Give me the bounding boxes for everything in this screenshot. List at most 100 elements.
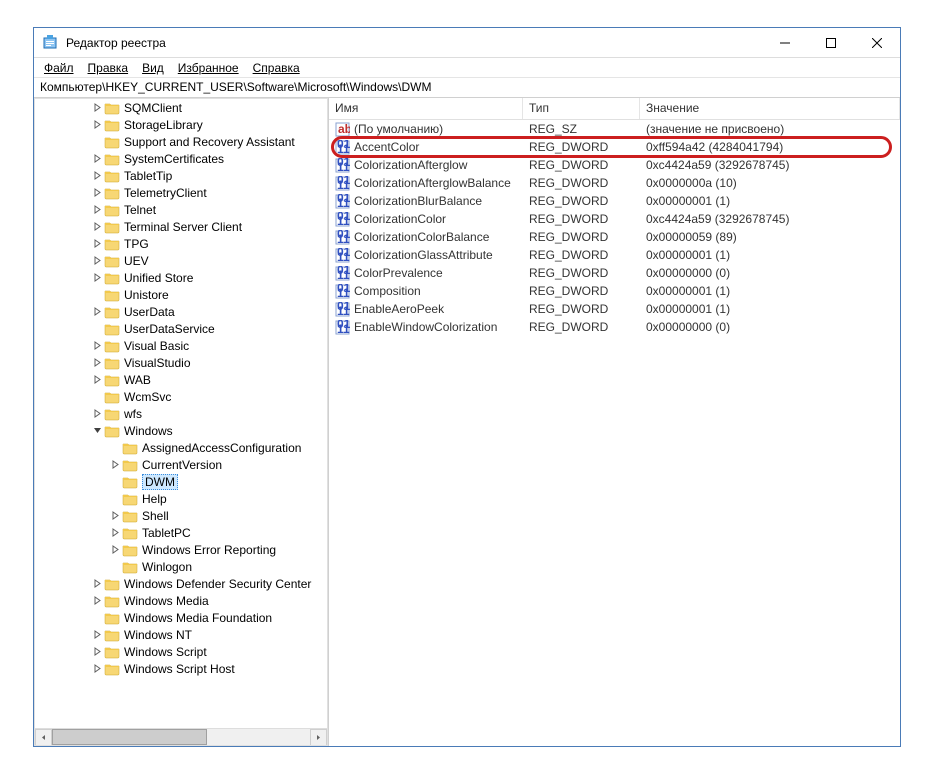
chevron-right-icon[interactable]: [90, 596, 104, 605]
column-headers: Имя Тип Значение: [329, 98, 900, 120]
tree-item[interactable]: UserDataService: [35, 320, 327, 337]
tree-item[interactable]: DWM: [35, 473, 327, 490]
chevron-right-icon[interactable]: [90, 647, 104, 656]
tree-item[interactable]: WcmSvc: [35, 388, 327, 405]
tree-item[interactable]: TabletTip: [35, 167, 327, 184]
tree-item[interactable]: Windows Script: [35, 643, 327, 660]
tree-item[interactable]: Shell: [35, 507, 327, 524]
tree-item[interactable]: TPG: [35, 235, 327, 252]
value-row[interactable]: (По умолчанию)REG_SZ(значение не присвое…: [329, 120, 900, 138]
column-type[interactable]: Тип: [523, 98, 640, 119]
value-row[interactable]: ColorizationAfterglowBalanceREG_DWORD0x0…: [329, 174, 900, 192]
tree-item[interactable]: Visual Basic: [35, 337, 327, 354]
column-name[interactable]: Имя: [329, 98, 523, 119]
value-row[interactable]: ColorizationColorBalanceREG_DWORD0x00000…: [329, 228, 900, 246]
tree-item[interactable]: AssignedAccessConfiguration: [35, 439, 327, 456]
chevron-right-icon[interactable]: [90, 579, 104, 588]
menu-file[interactable]: Файл: [38, 59, 80, 77]
chevron-right-icon[interactable]: [108, 511, 122, 520]
value-type: REG_DWORD: [523, 140, 640, 154]
value-row[interactable]: ColorizationGlassAttributeREG_DWORD0x000…: [329, 246, 900, 264]
tree-item[interactable]: Windows Defender Security Center: [35, 575, 327, 592]
tree-item[interactable]: VisualStudio: [35, 354, 327, 371]
scroll-left-button[interactable]: [35, 729, 52, 746]
value-row[interactable]: EnableWindowColorizationREG_DWORD0x00000…: [329, 318, 900, 336]
chevron-right-icon[interactable]: [90, 103, 104, 112]
tree-horizontal-scrollbar[interactable]: [35, 728, 327, 745]
chevron-right-icon[interactable]: [90, 188, 104, 197]
tree-item[interactable]: SystemCertificates: [35, 150, 327, 167]
value-row[interactable]: AccentColorREG_DWORD0xff594a42 (42840417…: [329, 138, 900, 156]
menu-edit[interactable]: Правка: [82, 59, 135, 77]
chevron-right-icon[interactable]: [108, 528, 122, 537]
values-pane[interactable]: Имя Тип Значение (По умолчанию)REG_SZ(зн…: [329, 98, 900, 746]
chevron-right-icon[interactable]: [90, 154, 104, 163]
tree-item[interactable]: Terminal Server Client: [35, 218, 327, 235]
chevron-right-icon[interactable]: [90, 307, 104, 316]
tree-item[interactable]: Windows Media Foundation: [35, 609, 327, 626]
tree-item[interactable]: UEV: [35, 252, 327, 269]
value-row[interactable]: EnableAeroPeekREG_DWORD0x00000001 (1): [329, 300, 900, 318]
regedit-icon: [42, 35, 58, 51]
menu-help[interactable]: Справка: [247, 59, 306, 77]
chevron-right-icon[interactable]: [90, 630, 104, 639]
column-data[interactable]: Значение: [640, 98, 900, 119]
chevron-right-icon[interactable]: [90, 341, 104, 350]
tree-item[interactable]: StorageLibrary: [35, 116, 327, 133]
tree-item[interactable]: Telnet: [35, 201, 327, 218]
folder-icon: [104, 407, 120, 421]
titlebar[interactable]: Редактор реестра: [34, 28, 900, 58]
tree-item[interactable]: Support and Recovery Assistant: [35, 133, 327, 150]
chevron-right-icon[interactable]: [90, 171, 104, 180]
tree-item[interactable]: TabletPC: [35, 524, 327, 541]
close-button[interactable]: [854, 28, 900, 58]
value-row[interactable]: ColorizationBlurBalanceREG_DWORD0x000000…: [329, 192, 900, 210]
chevron-right-icon[interactable]: [90, 358, 104, 367]
tree-item[interactable]: Windows NT: [35, 626, 327, 643]
tree-item[interactable]: Unified Store: [35, 269, 327, 286]
chevron-down-icon[interactable]: [90, 426, 104, 435]
tree-item[interactable]: CurrentVersion: [35, 456, 327, 473]
tree-item[interactable]: Windows Script Host: [35, 660, 327, 677]
value-type: REG_DWORD: [523, 284, 640, 298]
tree-item[interactable]: wfs: [35, 405, 327, 422]
chevron-right-icon[interactable]: [90, 205, 104, 214]
maximize-button[interactable]: [808, 28, 854, 58]
tree-item-label: SystemCertificates: [124, 152, 224, 166]
chevron-right-icon[interactable]: [90, 256, 104, 265]
tree-item[interactable]: SQMClient: [35, 99, 327, 116]
address-bar[interactable]: Компьютер\HKEY_CURRENT_USER\Software\Mic…: [34, 78, 900, 98]
tree-item[interactable]: Windows Media: [35, 592, 327, 609]
menu-view[interactable]: Вид: [136, 59, 170, 77]
value-row[interactable]: ColorPrevalenceREG_DWORD0x00000000 (0): [329, 264, 900, 282]
tree-item-label: Unistore: [124, 288, 169, 302]
scroll-thumb[interactable]: [52, 729, 207, 745]
tree-pane[interactable]: SQMClientStorageLibrary Support and Reco…: [34, 98, 329, 746]
minimize-button[interactable]: [762, 28, 808, 58]
tree-item[interactable]: Windows Error Reporting: [35, 541, 327, 558]
value-name: EnableAeroPeek: [354, 302, 444, 316]
scroll-right-button[interactable]: [310, 729, 327, 746]
chevron-right-icon[interactable]: [108, 460, 122, 469]
value-row[interactable]: CompositionREG_DWORD0x00000001 (1): [329, 282, 900, 300]
tree-item[interactable]: Windows: [35, 422, 327, 439]
chevron-right-icon[interactable]: [90, 120, 104, 129]
value-row[interactable]: ColorizationColorREG_DWORD0xc4424a59 (32…: [329, 210, 900, 228]
tree-item[interactable]: Help: [35, 490, 327, 507]
scroll-track[interactable]: [52, 729, 310, 745]
chevron-right-icon[interactable]: [90, 375, 104, 384]
tree-item-label: SQMClient: [124, 101, 182, 115]
tree-item[interactable]: WAB: [35, 371, 327, 388]
chevron-right-icon[interactable]: [90, 239, 104, 248]
menu-favorites[interactable]: Избранное: [172, 59, 245, 77]
tree-item[interactable]: TelemetryClient: [35, 184, 327, 201]
chevron-right-icon[interactable]: [90, 664, 104, 673]
tree-item[interactable]: Winlogon: [35, 558, 327, 575]
tree-item[interactable]: Unistore: [35, 286, 327, 303]
value-row[interactable]: ColorizationAfterglowREG_DWORD0xc4424a59…: [329, 156, 900, 174]
chevron-right-icon[interactable]: [108, 545, 122, 554]
tree-item[interactable]: UserData: [35, 303, 327, 320]
chevron-right-icon[interactable]: [90, 273, 104, 282]
chevron-right-icon[interactable]: [90, 222, 104, 231]
chevron-right-icon[interactable]: [90, 409, 104, 418]
